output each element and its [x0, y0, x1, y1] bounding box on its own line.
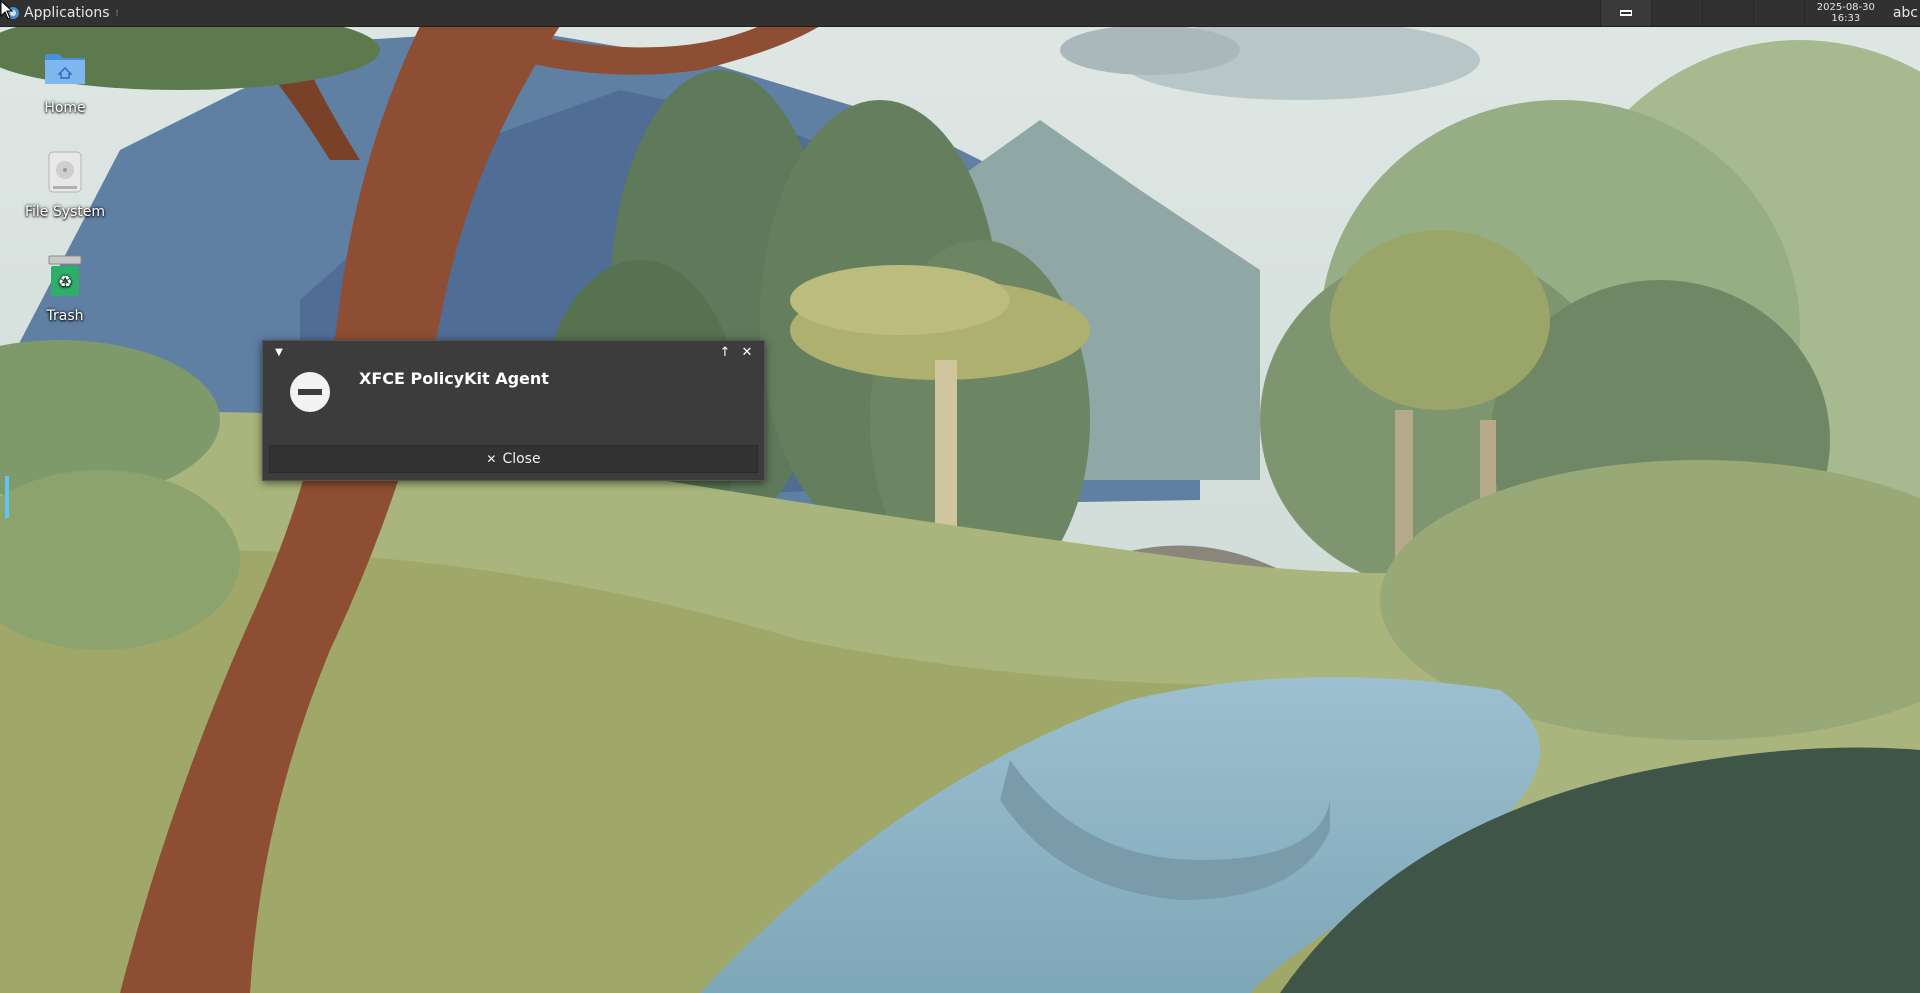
dialog-titlebar[interactable]: ▼ ↑ ✕ — [263, 341, 764, 365]
desktop-icon-label: File System — [24, 204, 106, 220]
desktop-wallpaper — [0, 0, 1920, 993]
keyboard-layout-indicator[interactable]: abc — [1887, 0, 1920, 26]
workspace-1-button[interactable] — [1599, 0, 1651, 26]
applications-menu-label: Applications — [24, 5, 110, 21]
close-button-label: Close — [502, 451, 541, 467]
window-close-icon[interactable]: ✕ — [739, 344, 755, 360]
window-menu-icon[interactable]: ▼ — [271, 344, 287, 360]
panel-right-area: 2025-08-30 16:33 abc — [1599, 0, 1920, 26]
desktop-icon-home[interactable]: Home — [22, 44, 108, 116]
trash-icon: ♻ — [48, 255, 82, 296]
hard-drive-icon — [48, 151, 82, 193]
close-button[interactable]: ✕ Close — [269, 445, 758, 473]
workspace-window-icon — [1619, 10, 1632, 16]
error-stop-icon — [290, 372, 330, 412]
policykit-dialog: ▼ ↑ ✕ XFCE PolicyKit Agent ✕ Close — [262, 340, 765, 481]
applications-menu-button[interactable]: Applications ⁝ — [4, 0, 125, 26]
clock-time: 16:33 — [1831, 13, 1861, 24]
edge-indicator — [5, 476, 9, 518]
desktop-icon-file-system[interactable]: File System — [22, 148, 108, 220]
workspace-4-button[interactable] — [1752, 0, 1804, 26]
mouse-cursor-icon — [0, 0, 14, 20]
workspace-2-button[interactable] — [1650, 0, 1702, 26]
workspace-3-button[interactable] — [1701, 0, 1753, 26]
keep-above-icon[interactable]: ↑ — [717, 344, 733, 360]
panel-clock[interactable]: 2025-08-30 16:33 — [1803, 0, 1887, 26]
svg-text:♻: ♻ — [58, 272, 72, 291]
close-icon: ✕ — [486, 452, 497, 466]
menu-handle-icon: ⁝ — [115, 7, 119, 19]
home-folder-icon — [45, 54, 85, 84]
dialog-title: XFCE PolicyKit Agent — [359, 369, 549, 388]
desktop-icon-label: Home — [44, 100, 86, 116]
desktop-icon-label: Trash — [46, 308, 84, 324]
top-panel: Applications ⁝ 2025-08-30 16:33 abc — [0, 0, 1920, 27]
clock-date: 2025-08-30 — [1816, 2, 1875, 13]
desktop-icon-trash[interactable]: ♻ Trash — [22, 252, 108, 324]
